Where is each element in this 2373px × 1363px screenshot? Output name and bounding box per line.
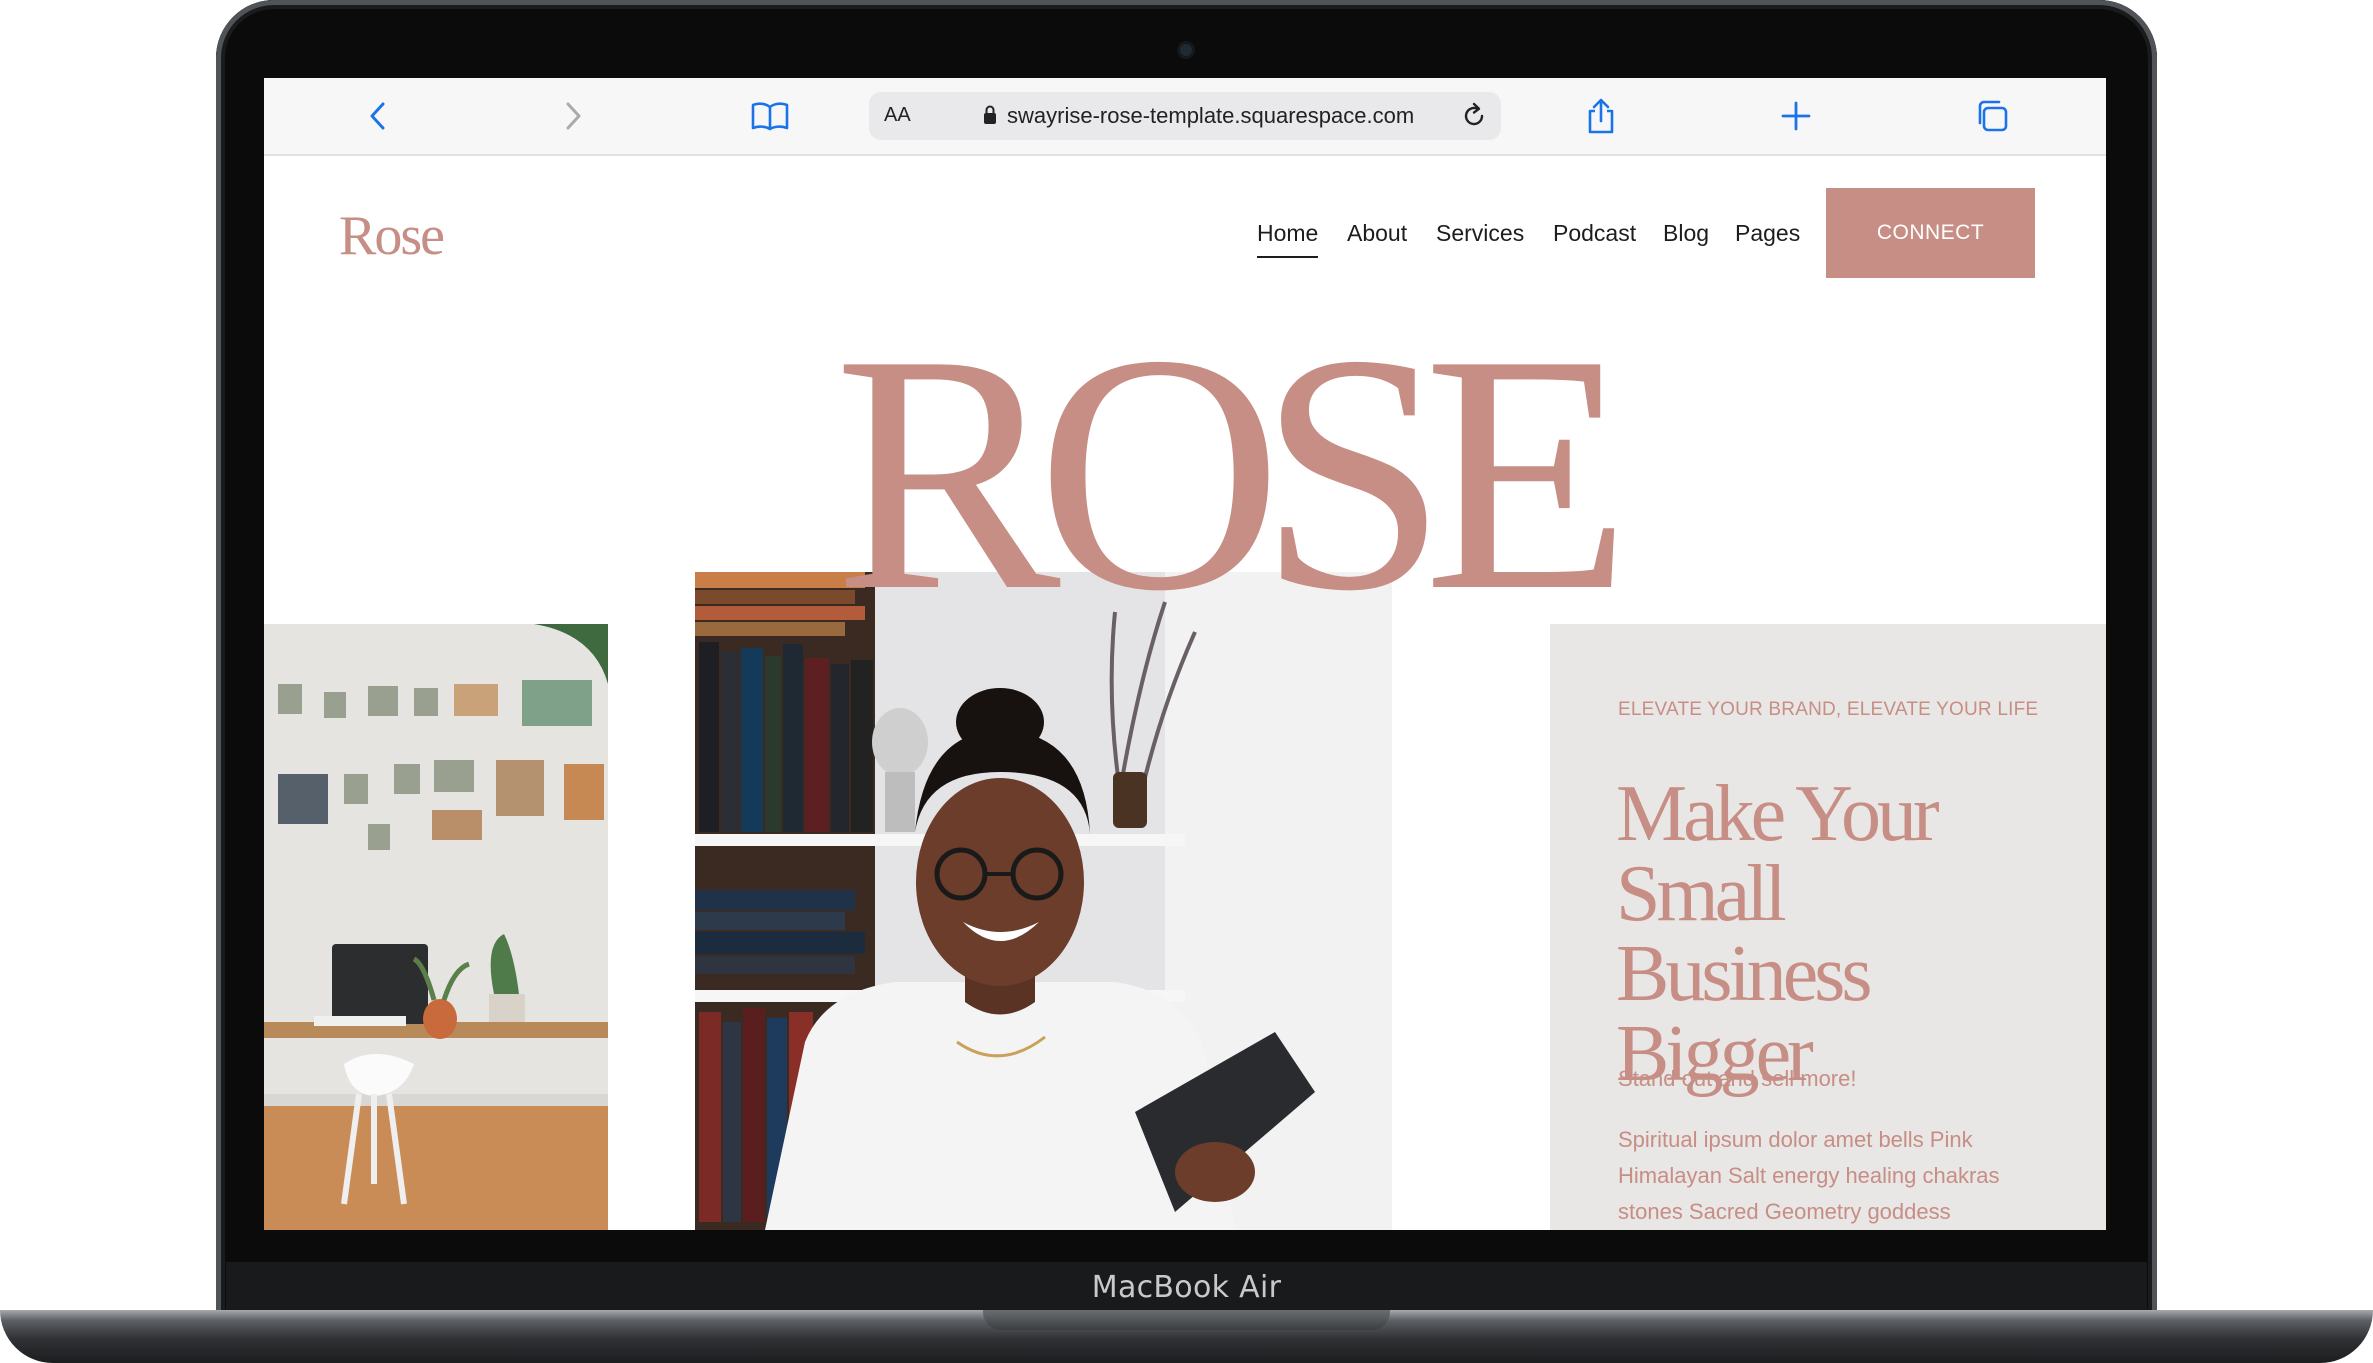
nav-about[interactable]: About [1347, 220, 1407, 254]
browser-window: AA swayrise-rose-template.squarespace.co… [264, 78, 2106, 1230]
chevron-left-icon [370, 102, 385, 130]
address-bar[interactable]: AA swayrise-rose-template.squarespace.co… [869, 92, 1501, 140]
nav-blog[interactable]: Blog [1663, 220, 1709, 254]
panel-headline: Make Your Small Business Bigger [1616, 770, 1940, 1098]
panel-eyebrow: ELEVATE YOUR BRAND, ELEVATE YOUR LIFE [1618, 699, 2039, 720]
new-tab-button[interactable] [1776, 96, 1816, 136]
camera-icon [1180, 44, 1192, 56]
woman-portrait-image [695, 572, 1392, 1230]
nav-home[interactable]: Home [1257, 220, 1319, 258]
forward-button[interactable] [553, 96, 593, 136]
panel-tagline: Stand out and sell more! [1618, 1066, 1857, 1091]
share-icon [1588, 98, 1614, 134]
nav-pages[interactable]: Pages [1735, 220, 1800, 254]
plus-icon [1781, 101, 1811, 131]
tabs-button[interactable] [1972, 96, 2012, 136]
panel-body-text: Spiritual ipsum dolor amet bells Pink Hi… [1618, 1127, 2000, 1224]
reload-button[interactable] [1459, 101, 1489, 136]
laptop-notch [983, 1310, 1390, 1330]
back-button[interactable] [358, 96, 398, 136]
bookmarks-button[interactable] [750, 96, 790, 136]
tabs-icon [1978, 100, 2008, 132]
nav-services[interactable]: Services [1436, 220, 1524, 254]
connect-button[interactable]: CONNECT [1826, 188, 2035, 278]
reload-icon [1464, 102, 1484, 126]
nav-podcast[interactable]: Podcast [1553, 220, 1636, 254]
hero-content-panel: ELEVATE YOUR BRAND, ELEVATE YOUR LIFE Ma… [1550, 624, 2106, 1230]
hero-title: ROSE [834, 284, 1631, 661]
lock-icon [982, 104, 998, 131]
url-text: swayrise-rose-template.squarespace.com [1007, 103, 1415, 128]
text-size-button[interactable]: AA [884, 104, 911, 127]
browser-toolbar: AA swayrise-rose-template.squarespace.co… [264, 78, 2106, 156]
share-button[interactable] [1581, 96, 1621, 136]
chevron-right-icon [566, 102, 581, 130]
desk-workspace-image [264, 624, 608, 1230]
site-logo[interactable]: Rose [339, 204, 445, 268]
book-icon [751, 102, 789, 131]
device-label: MacBook Air [1091, 1270, 1282, 1305]
